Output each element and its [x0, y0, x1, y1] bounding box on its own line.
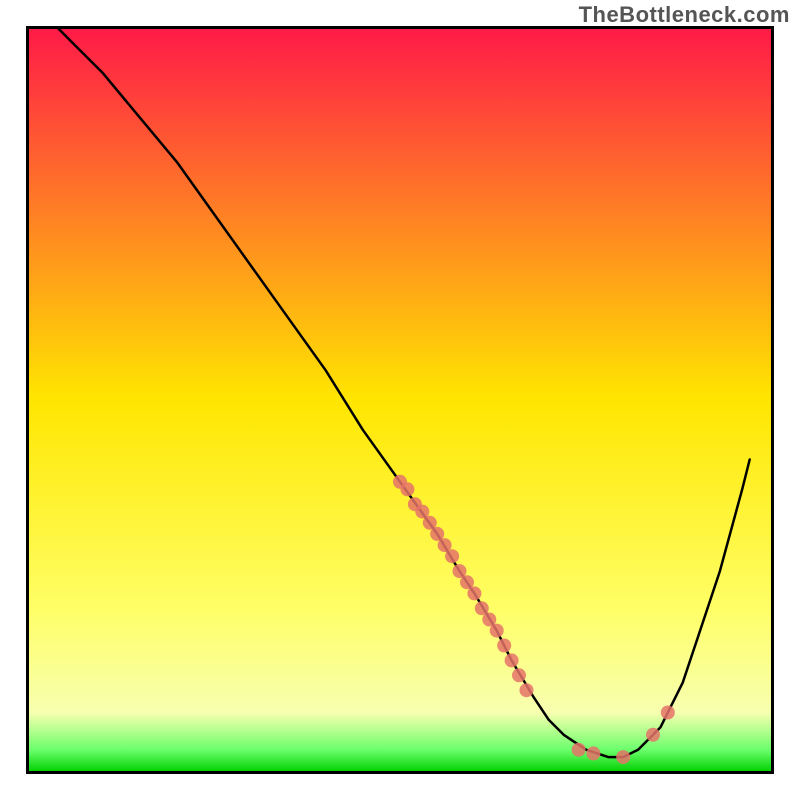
data-point [616, 750, 630, 764]
watermark-text: TheBottleneck.com [579, 2, 790, 28]
data-point [586, 746, 600, 760]
chart-background [28, 28, 772, 772]
chart-container: TheBottleneck.com [0, 0, 800, 800]
data-point [661, 706, 675, 720]
chart-svg [0, 0, 800, 800]
data-point [512, 668, 526, 682]
data-point [646, 728, 660, 742]
data-point [497, 639, 511, 653]
data-point [505, 653, 519, 667]
data-point [400, 482, 414, 496]
data-point [490, 624, 504, 638]
data-point [520, 683, 534, 697]
data-point [467, 586, 481, 600]
data-point [445, 549, 459, 563]
data-point [572, 743, 586, 757]
